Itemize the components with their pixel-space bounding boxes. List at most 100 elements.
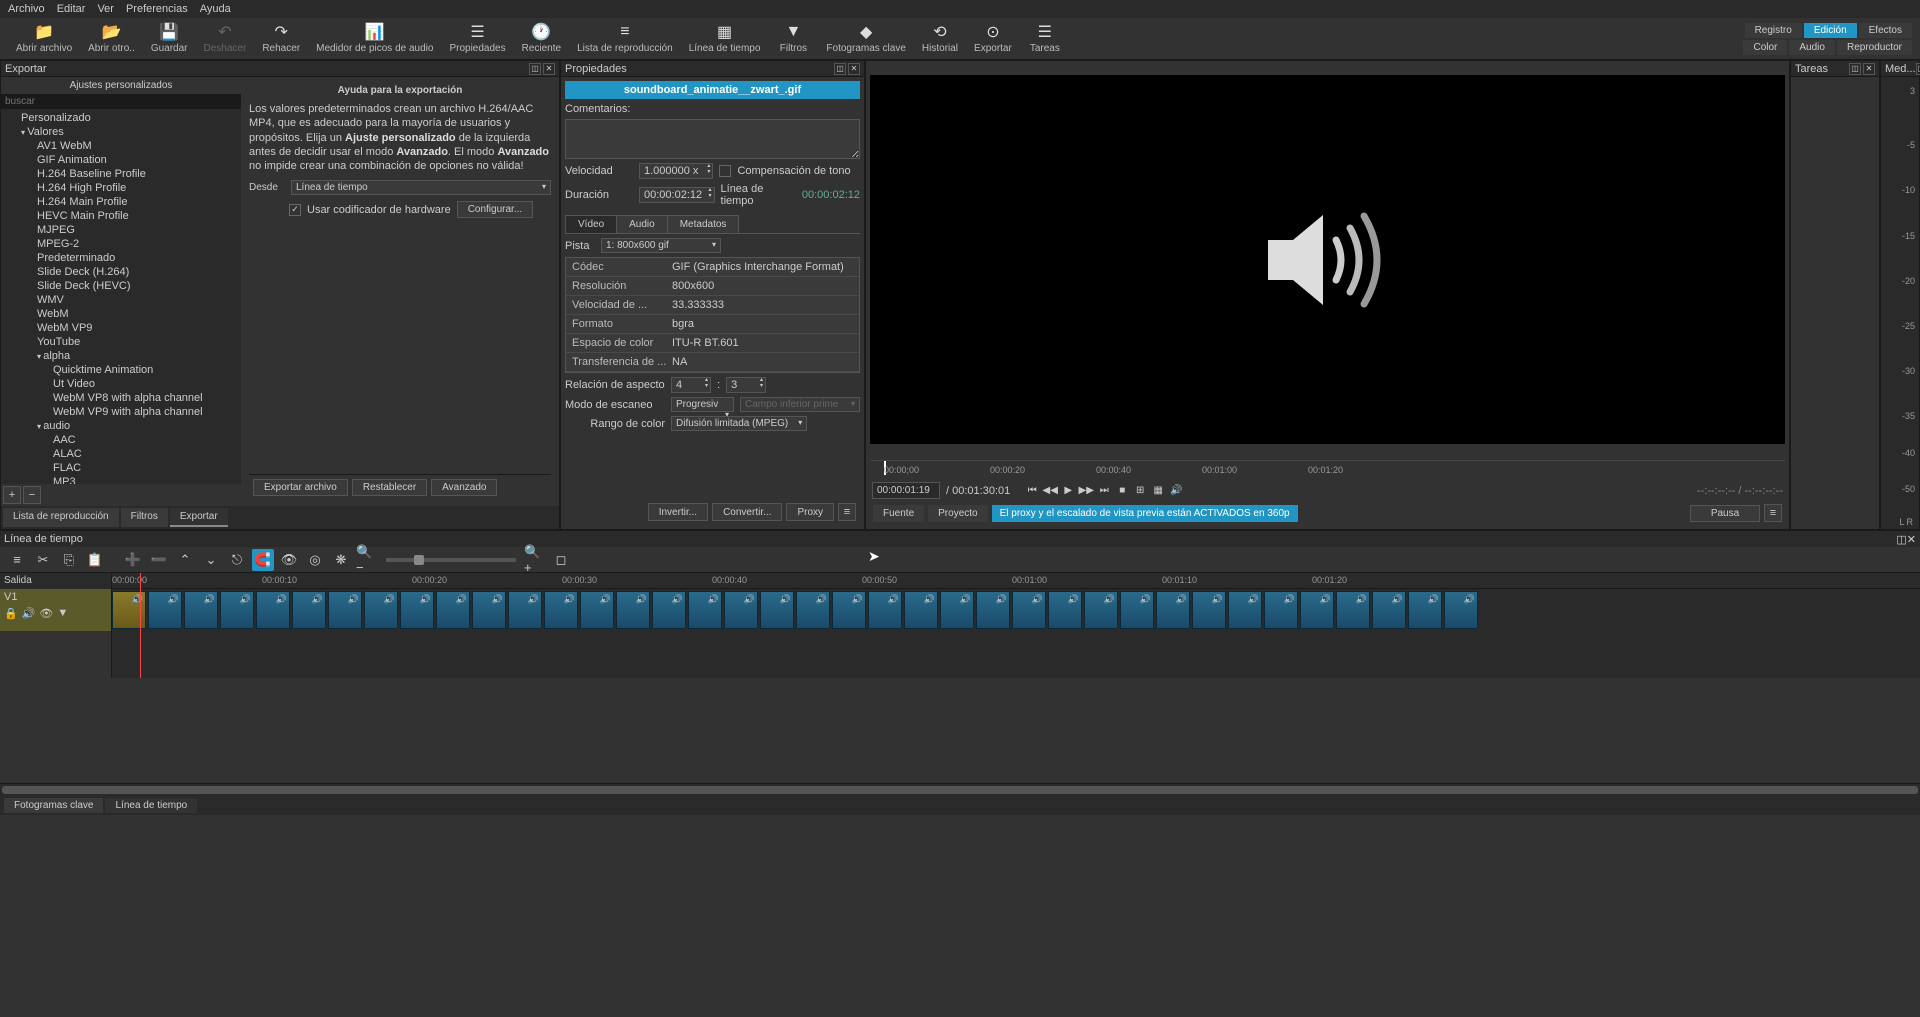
preset-item[interactable]: YouTube <box>1 335 241 349</box>
timeline-clip[interactable]: 🔊 <box>796 591 830 629</box>
remove-preset-button[interactable]: − <box>23 486 41 504</box>
timeline-clip[interactable]: 🔊 <box>508 591 542 629</box>
layout-audio[interactable]: Audio <box>1789 40 1835 55</box>
advanced-button[interactable]: Avanzado <box>431 479 497 496</box>
timeline-clip[interactable]: 🔊 <box>400 591 434 629</box>
layout-reproductor[interactable]: Reproductor <box>1837 40 1912 55</box>
layout-efectos[interactable]: Efectos <box>1859 23 1912 38</box>
proxy-button[interactable]: Proxy <box>786 503 834 521</box>
timeline-clip[interactable]: 🔊 <box>184 591 218 629</box>
preset-item[interactable]: ALAC <box>1 447 241 461</box>
timeline-clip[interactable]: 🔊 <box>328 591 362 629</box>
tab-export[interactable]: Exportar <box>170 508 228 527</box>
timeline-clip[interactable]: 🔊 <box>1264 591 1298 629</box>
zoom-out-button[interactable]: 🔍− <box>356 549 378 571</box>
tab-playlist[interactable]: Lista de reproducción <box>3 508 119 527</box>
timeline-clip[interactable]: 🔊 <box>436 591 470 629</box>
menu-ayuda[interactable]: Ayuda <box>200 3 231 15</box>
timeline-clip[interactable]: 🔊 <box>976 591 1010 629</box>
tab-filters[interactable]: Filtros <box>121 508 168 527</box>
preset-item[interactable]: H.264 Main Profile <box>1 195 241 209</box>
video-preview[interactable] <box>870 75 1785 444</box>
play-button[interactable]: ▶ <box>1060 483 1076 499</box>
tab-keyframes[interactable]: Fotogramas clave <box>4 798 103 813</box>
skip-start-button[interactable]: ⏮ <box>1024 483 1040 499</box>
timeline-clip[interactable]: 🔊 <box>148 591 182 629</box>
timeline-clip[interactable]: 🔊 <box>868 591 902 629</box>
preset-search-input[interactable] <box>1 94 241 109</box>
timeline-button[interactable]: ▦Línea de tiempo <box>681 21 769 56</box>
timeline-clip[interactable]: 🔊 <box>1372 591 1406 629</box>
tasks-button[interactable]: ☰Tareas <box>1020 21 1070 56</box>
preset-item[interactable]: Slide Deck (HEVC) <box>1 279 241 293</box>
tab-timeline[interactable]: Línea de tiempo <box>105 798 197 813</box>
preset-item[interactable]: WebM VP8 with alpha channel <box>1 391 241 405</box>
close-icon[interactable]: ✕ <box>1907 534 1916 546</box>
preset-item[interactable]: H.264 High Profile <box>1 181 241 195</box>
timeline-clip[interactable]: 🔊 <box>544 591 578 629</box>
properties-button[interactable]: ☰Propiedades <box>441 21 513 56</box>
comments-input[interactable] <box>565 119 860 159</box>
recent-button[interactable]: 🕐Reciente <box>514 21 569 56</box>
tab-metadata[interactable]: Metadatos <box>667 215 740 233</box>
preset-group[interactable]: audio <box>1 419 241 433</box>
pitch-checkbox[interactable] <box>719 165 731 177</box>
source-tab[interactable]: Fuente <box>873 505 924 522</box>
copy-button[interactable]: ⎘ <box>58 549 80 571</box>
menu-editar[interactable]: Editar <box>57 3 86 15</box>
timeline-clip[interactable]: 🔊 <box>1228 591 1262 629</box>
timeline-clip[interactable]: 🔊 <box>1408 591 1442 629</box>
timeline-clip[interactable]: 🔊 <box>1444 591 1478 629</box>
timeline-clip[interactable]: 🔊 <box>652 591 686 629</box>
pause-button[interactable]: Pausa <box>1690 505 1760 522</box>
preset-item[interactable]: MJPEG <box>1 223 241 237</box>
overwrite-button[interactable]: ⌄ <box>200 549 222 571</box>
paste-button[interactable]: 📋 <box>84 549 106 571</box>
preset-item[interactable]: MP3 <box>1 475 241 484</box>
layout-registro[interactable]: Registro <box>1745 23 1802 38</box>
timeline-clip[interactable]: 🔊 <box>832 591 866 629</box>
convert-button[interactable]: Convertir... <box>712 503 782 521</box>
preset-item[interactable]: FLAC <box>1 461 241 475</box>
volume-button[interactable]: 🔊 <box>1168 483 1184 499</box>
preset-item[interactable]: Quicktime Animation <box>1 363 241 377</box>
undock-icon[interactable]: ◫ <box>529 63 541 75</box>
preset-item[interactable]: Predeterminado <box>1 251 241 265</box>
timeline-clip[interactable]: 🔊 <box>1048 591 1082 629</box>
history-button[interactable]: ⟲Historial <box>914 21 966 56</box>
preset-item[interactable]: MPEG-2 <box>1 237 241 251</box>
tl-menu-button[interactable]: ≡ <box>6 549 28 571</box>
mute-icon[interactable]: 🔊 <box>22 607 36 620</box>
preset-item[interactable]: Ut Video <box>1 377 241 391</box>
track-select[interactable]: 1: 800x600 gif <box>601 238 721 253</box>
zoom-button[interactable]: ⊞ <box>1132 483 1148 499</box>
scrub-bar[interactable]: 00:00;00 00:00:20 00:00:40 00:01:00 00:0… <box>870 460 1785 480</box>
close-icon[interactable]: ✕ <box>848 63 860 75</box>
preset-item[interactable]: Personalizado <box>1 111 241 125</box>
zoom-slider[interactable] <box>386 558 516 562</box>
tab-video[interactable]: Vídeo <box>565 215 617 233</box>
layout-color[interactable]: Color <box>1743 40 1787 55</box>
timeline-track-v1[interactable]: 🔊🔊🔊🔊🔊🔊🔊🔊🔊🔊🔊🔊🔊🔊🔊🔊🔊🔊🔊🔊🔊🔊🔊🔊🔊🔊🔊🔊🔊🔊🔊🔊🔊🔊🔊🔊🔊🔊 <box>112 589 1920 631</box>
lift-button[interactable]: ⌃ <box>174 549 196 571</box>
aspect-h-input[interactable]: 3 <box>726 377 766 393</box>
add-preset-button[interactable]: + <box>3 486 21 504</box>
timeline-clip[interactable]: 🔊 <box>364 591 398 629</box>
zoom-fit-button[interactable]: ◻ <box>550 549 572 571</box>
timeline-clip[interactable]: 🔊 <box>1300 591 1334 629</box>
redo-button[interactable]: ↷Rehacer <box>254 21 308 56</box>
preset-item[interactable]: Slide Deck (H.264) <box>1 265 241 279</box>
preset-item[interactable]: AV1 WebM <box>1 139 241 153</box>
peak-meter-button[interactable]: 📊Medidor de picos de audio <box>308 21 441 56</box>
ripple-all-button[interactable]: ❋ <box>330 549 352 571</box>
timeline-clip[interactable]: 🔊 <box>1336 591 1370 629</box>
timeline-clip[interactable]: 🔊 <box>616 591 650 629</box>
menu-archivo[interactable]: Archivo <box>8 3 45 15</box>
append-button[interactable]: ➕ <box>122 549 144 571</box>
split-button[interactable]: ⎋ <box>226 549 248 571</box>
timeline-clip[interactable]: 🔊 <box>760 591 794 629</box>
timeline-clip[interactable]: 🔊 <box>1192 591 1226 629</box>
open-other-button[interactable]: 📂Abrir otro.. <box>80 21 143 56</box>
preset-item[interactable]: WMV <box>1 293 241 307</box>
timeline-clip[interactable]: 🔊 <box>1084 591 1118 629</box>
